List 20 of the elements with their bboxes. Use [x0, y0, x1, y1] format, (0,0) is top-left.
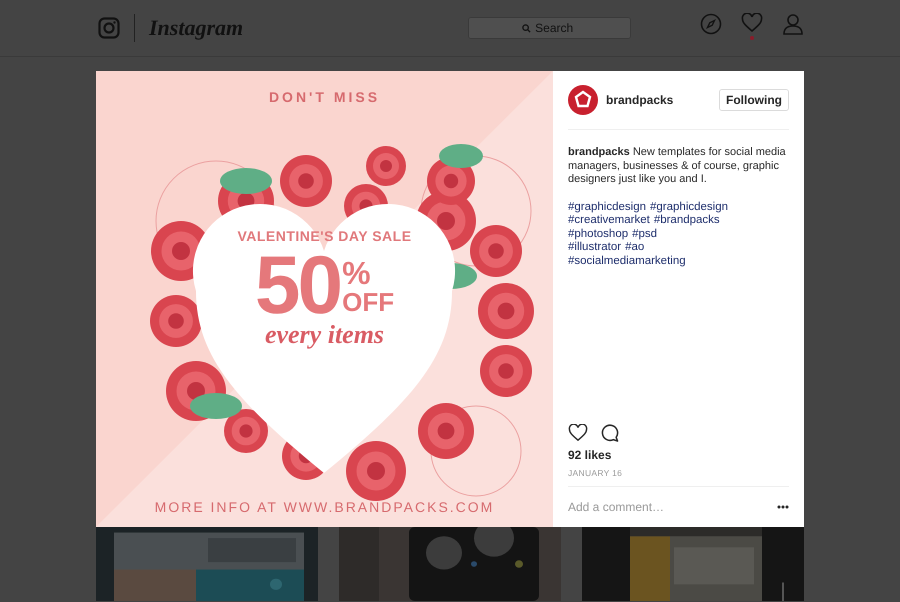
- post-date: JANUARY 16: [568, 468, 624, 478]
- avatar-logo[interactable]: [568, 85, 598, 115]
- username[interactable]: brandpacks: [606, 93, 674, 107]
- like-icon[interactable]: [568, 424, 588, 442]
- hashtag-link[interactable]: #ao: [625, 241, 644, 255]
- search-field[interactable]: Search: [468, 17, 632, 39]
- hashtag-link[interactable]: #brandpacks: [654, 214, 720, 228]
- likes-count[interactable]: 92 likes: [568, 448, 789, 462]
- hashtag-link[interactable]: #psd: [632, 228, 658, 242]
- hashtag-link[interactable]: #photoshop: [568, 228, 628, 242]
- hashtag-link[interactable]: #illustrator: [568, 241, 622, 255]
- following-button[interactable]: Following: [719, 89, 789, 111]
- caption: brandpacks New templates for social media managers, businesses & of course, graphic designers just like you and I.: [568, 146, 787, 187]
- comment-icon[interactable]: [600, 424, 619, 442]
- more-icon[interactable]: [777, 505, 789, 509]
- hashtag-link[interactable]: #graphicdesign: [650, 200, 728, 214]
- hashtag-link[interactable]: #socialmediamarketing: [568, 254, 686, 268]
- hashtag-link[interactable]: #creativemarket: [568, 214, 650, 228]
- hashtag-link[interactable]: #graphicdesign: [568, 200, 646, 214]
- search-icon: [522, 24, 532, 33]
